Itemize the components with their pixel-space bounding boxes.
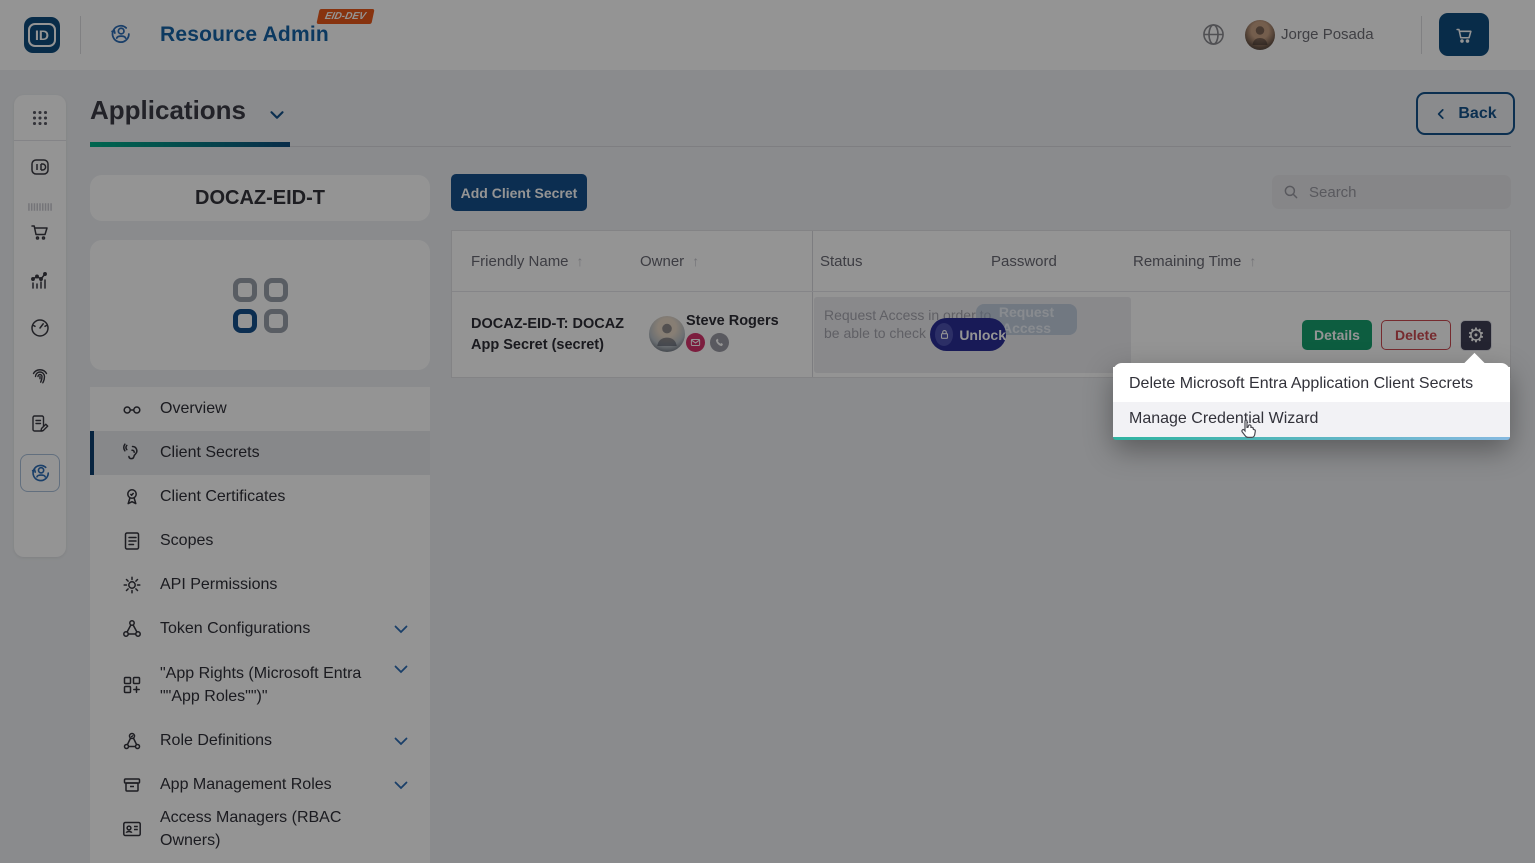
screen: ID Resource Admin EID-DEV Jorge Posada A…	[0, 0, 1535, 863]
menu-item-manage-credential-wizard[interactable]: Manage Credential Wizard	[1113, 402, 1510, 437]
row-actions-context-menu: Delete Microsoft Entra Application Clien…	[1113, 352, 1510, 440]
menu-item-delete-client-secrets[interactable]: Delete Microsoft Entra Application Clien…	[1113, 367, 1510, 402]
context-menu-accent-bar	[1113, 437, 1510, 440]
